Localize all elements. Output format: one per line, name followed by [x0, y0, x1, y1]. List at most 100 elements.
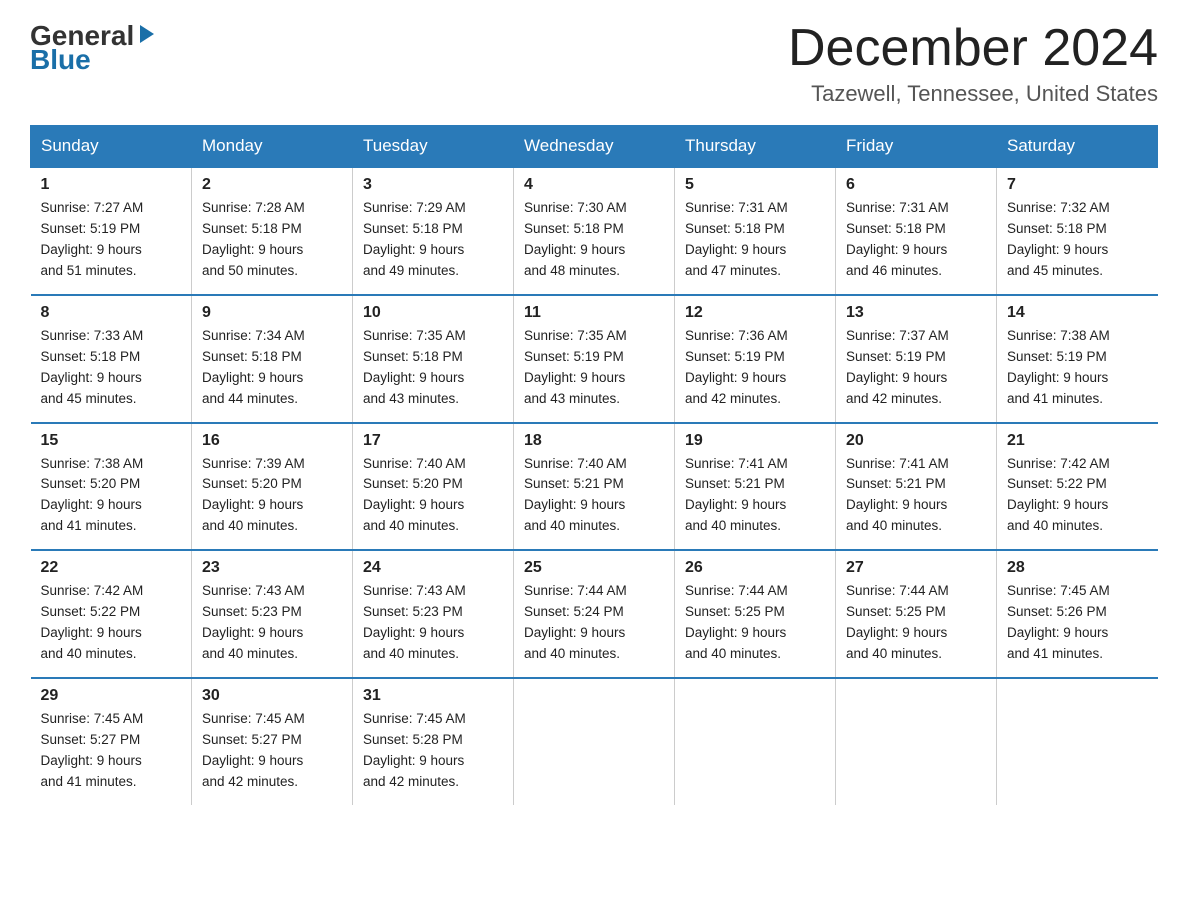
sunset-label: Sunset: 5:19 PM [524, 349, 624, 364]
day-info: Sunrise: 7:38 AM Sunset: 5:20 PM Dayligh… [41, 454, 182, 538]
day-info: Sunrise: 7:35 AM Sunset: 5:18 PM Dayligh… [363, 326, 503, 410]
table-row: 12 Sunrise: 7:36 AM Sunset: 5:19 PM Dayl… [675, 295, 836, 423]
sunset-label: Sunset: 5:21 PM [685, 476, 785, 491]
sunset-label: Sunset: 5:28 PM [363, 732, 463, 747]
table-row: 19 Sunrise: 7:41 AM Sunset: 5:21 PM Dayl… [675, 423, 836, 551]
daylight-label: Daylight: 9 hours [846, 370, 947, 385]
table-row: 18 Sunrise: 7:40 AM Sunset: 5:21 PM Dayl… [514, 423, 675, 551]
sunrise-label: Sunrise: 7:44 AM [524, 583, 627, 598]
day-info: Sunrise: 7:44 AM Sunset: 5:25 PM Dayligh… [685, 581, 825, 665]
col-tuesday: Tuesday [353, 126, 514, 168]
table-row: 22 Sunrise: 7:42 AM Sunset: 5:22 PM Dayl… [31, 550, 192, 678]
table-row: 14 Sunrise: 7:38 AM Sunset: 5:19 PM Dayl… [997, 295, 1158, 423]
day-info: Sunrise: 7:31 AM Sunset: 5:18 PM Dayligh… [685, 198, 825, 282]
sunset-label: Sunset: 5:21 PM [846, 476, 946, 491]
sunrise-label: Sunrise: 7:45 AM [363, 711, 466, 726]
daylight-label: Daylight: 9 hours [41, 370, 142, 385]
day-info: Sunrise: 7:42 AM Sunset: 5:22 PM Dayligh… [41, 581, 182, 665]
daylight-label: Daylight: 9 hours [685, 370, 786, 385]
daylight-label: Daylight: 9 hours [202, 753, 303, 768]
daylight-label: Daylight: 9 hours [202, 370, 303, 385]
sunrise-label: Sunrise: 7:39 AM [202, 456, 305, 471]
day-info: Sunrise: 7:42 AM Sunset: 5:22 PM Dayligh… [1007, 454, 1148, 538]
table-row: 20 Sunrise: 7:41 AM Sunset: 5:21 PM Dayl… [836, 423, 997, 551]
calendar-week-row: 15 Sunrise: 7:38 AM Sunset: 5:20 PM Dayl… [31, 423, 1158, 551]
day-number: 31 [363, 687, 503, 705]
calendar-week-row: 8 Sunrise: 7:33 AM Sunset: 5:18 PM Dayli… [31, 295, 1158, 423]
sunrise-label: Sunrise: 7:38 AM [41, 456, 144, 471]
daylight-label: Daylight: 9 hours [846, 242, 947, 257]
day-info: Sunrise: 7:35 AM Sunset: 5:19 PM Dayligh… [524, 326, 664, 410]
day-number: 5 [685, 176, 825, 194]
day-info: Sunrise: 7:44 AM Sunset: 5:24 PM Dayligh… [524, 581, 664, 665]
sunset-label: Sunset: 5:24 PM [524, 604, 624, 619]
table-row: 7 Sunrise: 7:32 AM Sunset: 5:18 PM Dayli… [997, 167, 1158, 295]
sunrise-label: Sunrise: 7:33 AM [41, 328, 144, 343]
sunset-label: Sunset: 5:18 PM [202, 349, 302, 364]
sunrise-label: Sunrise: 7:43 AM [202, 583, 305, 598]
sunrise-label: Sunrise: 7:38 AM [1007, 328, 1110, 343]
sunset-label: Sunset: 5:19 PM [846, 349, 946, 364]
table-row: 16 Sunrise: 7:39 AM Sunset: 5:20 PM Dayl… [192, 423, 353, 551]
daylight-minutes: and 41 minutes. [1007, 391, 1103, 406]
sunrise-label: Sunrise: 7:45 AM [41, 711, 144, 726]
sunset-label: Sunset: 5:25 PM [685, 604, 785, 619]
col-wednesday: Wednesday [514, 126, 675, 168]
day-number: 23 [202, 559, 342, 577]
day-info: Sunrise: 7:38 AM Sunset: 5:19 PM Dayligh… [1007, 326, 1148, 410]
day-number: 14 [1007, 304, 1148, 322]
sunset-label: Sunset: 5:19 PM [41, 221, 141, 236]
day-number: 9 [202, 304, 342, 322]
logo-blue-text: Blue [30, 44, 91, 76]
day-info: Sunrise: 7:45 AM Sunset: 5:27 PM Dayligh… [41, 709, 182, 793]
table-row: 15 Sunrise: 7:38 AM Sunset: 5:20 PM Dayl… [31, 423, 192, 551]
table-row: 23 Sunrise: 7:43 AM Sunset: 5:23 PM Dayl… [192, 550, 353, 678]
day-info: Sunrise: 7:43 AM Sunset: 5:23 PM Dayligh… [363, 581, 503, 665]
table-row: 24 Sunrise: 7:43 AM Sunset: 5:23 PM Dayl… [353, 550, 514, 678]
sunset-label: Sunset: 5:22 PM [41, 604, 141, 619]
day-number: 26 [685, 559, 825, 577]
sunrise-label: Sunrise: 7:43 AM [363, 583, 466, 598]
table-row: 31 Sunrise: 7:45 AM Sunset: 5:28 PM Dayl… [353, 678, 514, 805]
daylight-label: Daylight: 9 hours [524, 497, 625, 512]
table-row [675, 678, 836, 805]
sunset-label: Sunset: 5:26 PM [1007, 604, 1107, 619]
table-row: 30 Sunrise: 7:45 AM Sunset: 5:27 PM Dayl… [192, 678, 353, 805]
calendar-week-row: 29 Sunrise: 7:45 AM Sunset: 5:27 PM Dayl… [31, 678, 1158, 805]
sunrise-label: Sunrise: 7:35 AM [524, 328, 627, 343]
daylight-label: Daylight: 9 hours [524, 370, 625, 385]
sunrise-label: Sunrise: 7:35 AM [363, 328, 466, 343]
table-row: 1 Sunrise: 7:27 AM Sunset: 5:19 PM Dayli… [31, 167, 192, 295]
sunset-label: Sunset: 5:23 PM [202, 604, 302, 619]
daylight-label: Daylight: 9 hours [202, 242, 303, 257]
sunrise-label: Sunrise: 7:28 AM [202, 200, 305, 215]
day-info: Sunrise: 7:36 AM Sunset: 5:19 PM Dayligh… [685, 326, 825, 410]
day-number: 24 [363, 559, 503, 577]
sunrise-label: Sunrise: 7:44 AM [685, 583, 788, 598]
day-info: Sunrise: 7:33 AM Sunset: 5:18 PM Dayligh… [41, 326, 182, 410]
day-info: Sunrise: 7:28 AM Sunset: 5:18 PM Dayligh… [202, 198, 342, 282]
sunrise-label: Sunrise: 7:27 AM [41, 200, 144, 215]
sunrise-label: Sunrise: 7:34 AM [202, 328, 305, 343]
daylight-label: Daylight: 9 hours [685, 242, 786, 257]
day-number: 27 [846, 559, 986, 577]
daylight-minutes: and 42 minutes. [363, 774, 459, 789]
daylight-label: Daylight: 9 hours [1007, 242, 1108, 257]
sunset-label: Sunset: 5:18 PM [363, 221, 463, 236]
day-number: 25 [524, 559, 664, 577]
daylight-label: Daylight: 9 hours [363, 625, 464, 640]
daylight-minutes: and 46 minutes. [846, 263, 942, 278]
page-header: General Blue December 2024 Tazewell, Ten… [30, 20, 1158, 107]
sunset-label: Sunset: 5:25 PM [846, 604, 946, 619]
day-number: 19 [685, 432, 825, 450]
day-info: Sunrise: 7:45 AM Sunset: 5:28 PM Dayligh… [363, 709, 503, 793]
sunrise-label: Sunrise: 7:31 AM [846, 200, 949, 215]
daylight-label: Daylight: 9 hours [1007, 370, 1108, 385]
daylight-minutes: and 45 minutes. [1007, 263, 1103, 278]
sunrise-label: Sunrise: 7:44 AM [846, 583, 949, 598]
daylight-minutes: and 42 minutes. [202, 774, 298, 789]
sunset-label: Sunset: 5:27 PM [41, 732, 141, 747]
sunset-label: Sunset: 5:21 PM [524, 476, 624, 491]
day-info: Sunrise: 7:45 AM Sunset: 5:27 PM Dayligh… [202, 709, 342, 793]
sunrise-label: Sunrise: 7:41 AM [846, 456, 949, 471]
